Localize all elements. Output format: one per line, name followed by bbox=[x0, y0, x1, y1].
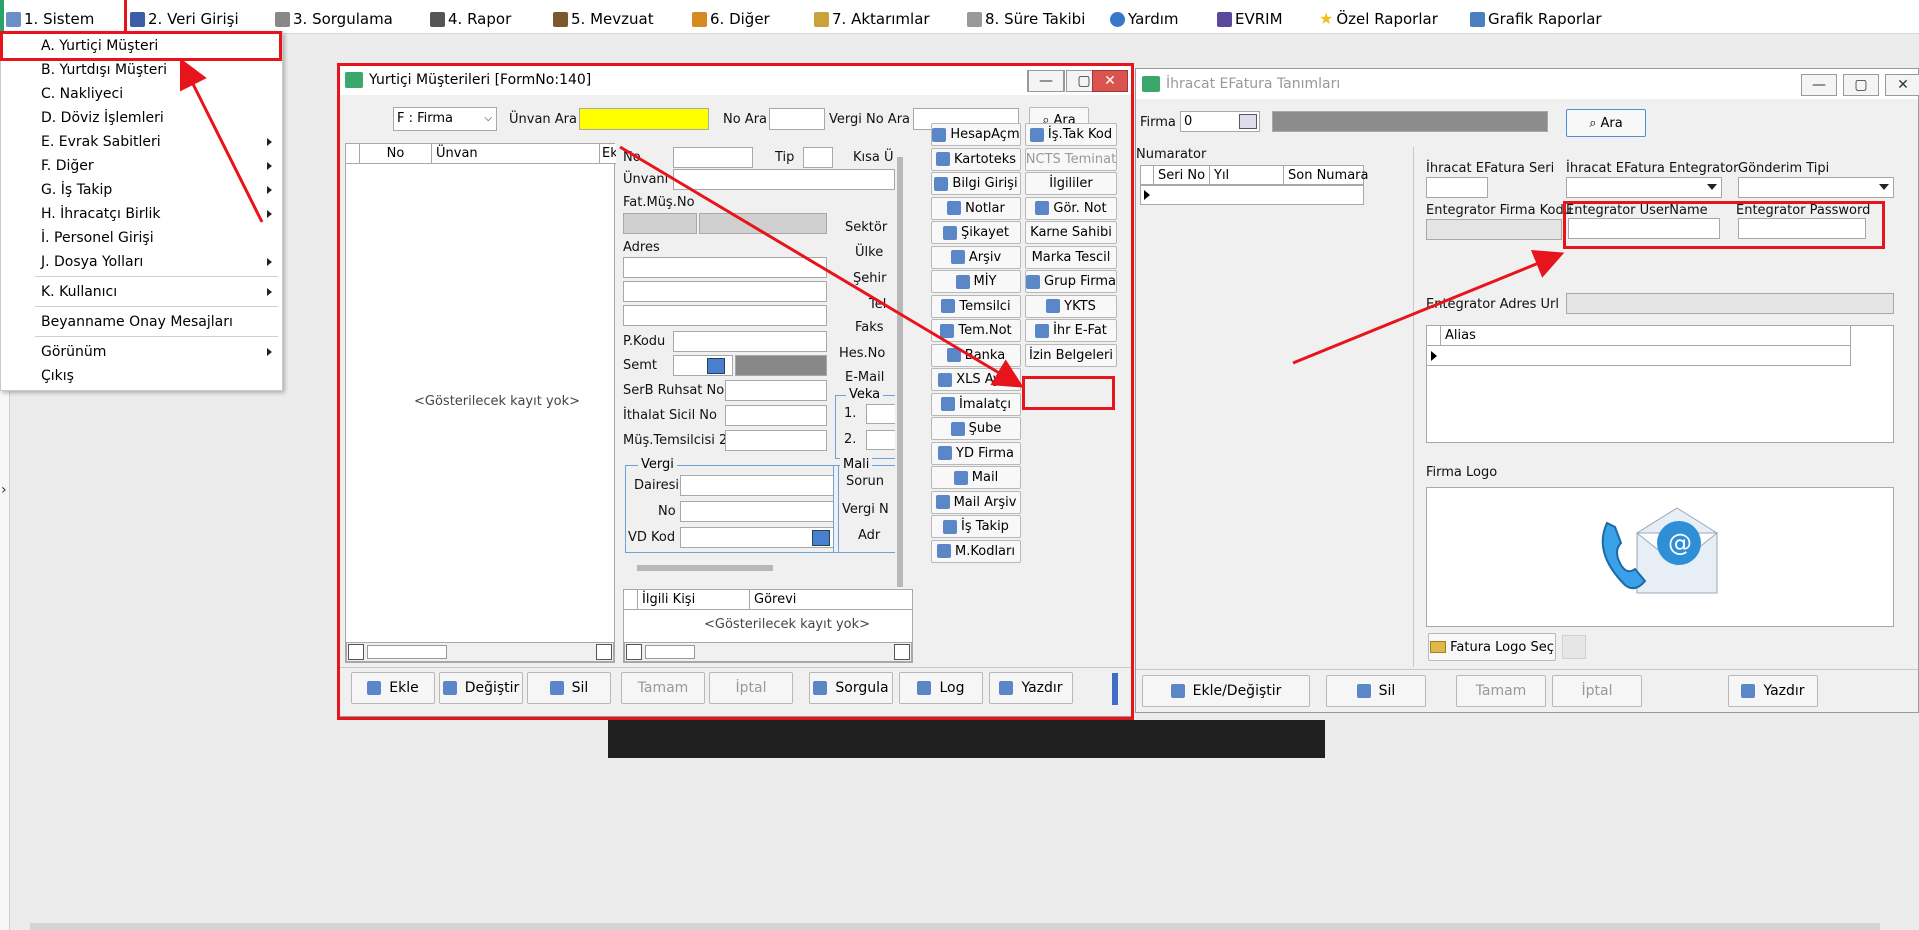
minimize-button[interactable]: — bbox=[1028, 70, 1064, 92]
close-button[interactable]: ✕ bbox=[1092, 70, 1128, 92]
annotation-arrows bbox=[179, 57, 1565, 388]
